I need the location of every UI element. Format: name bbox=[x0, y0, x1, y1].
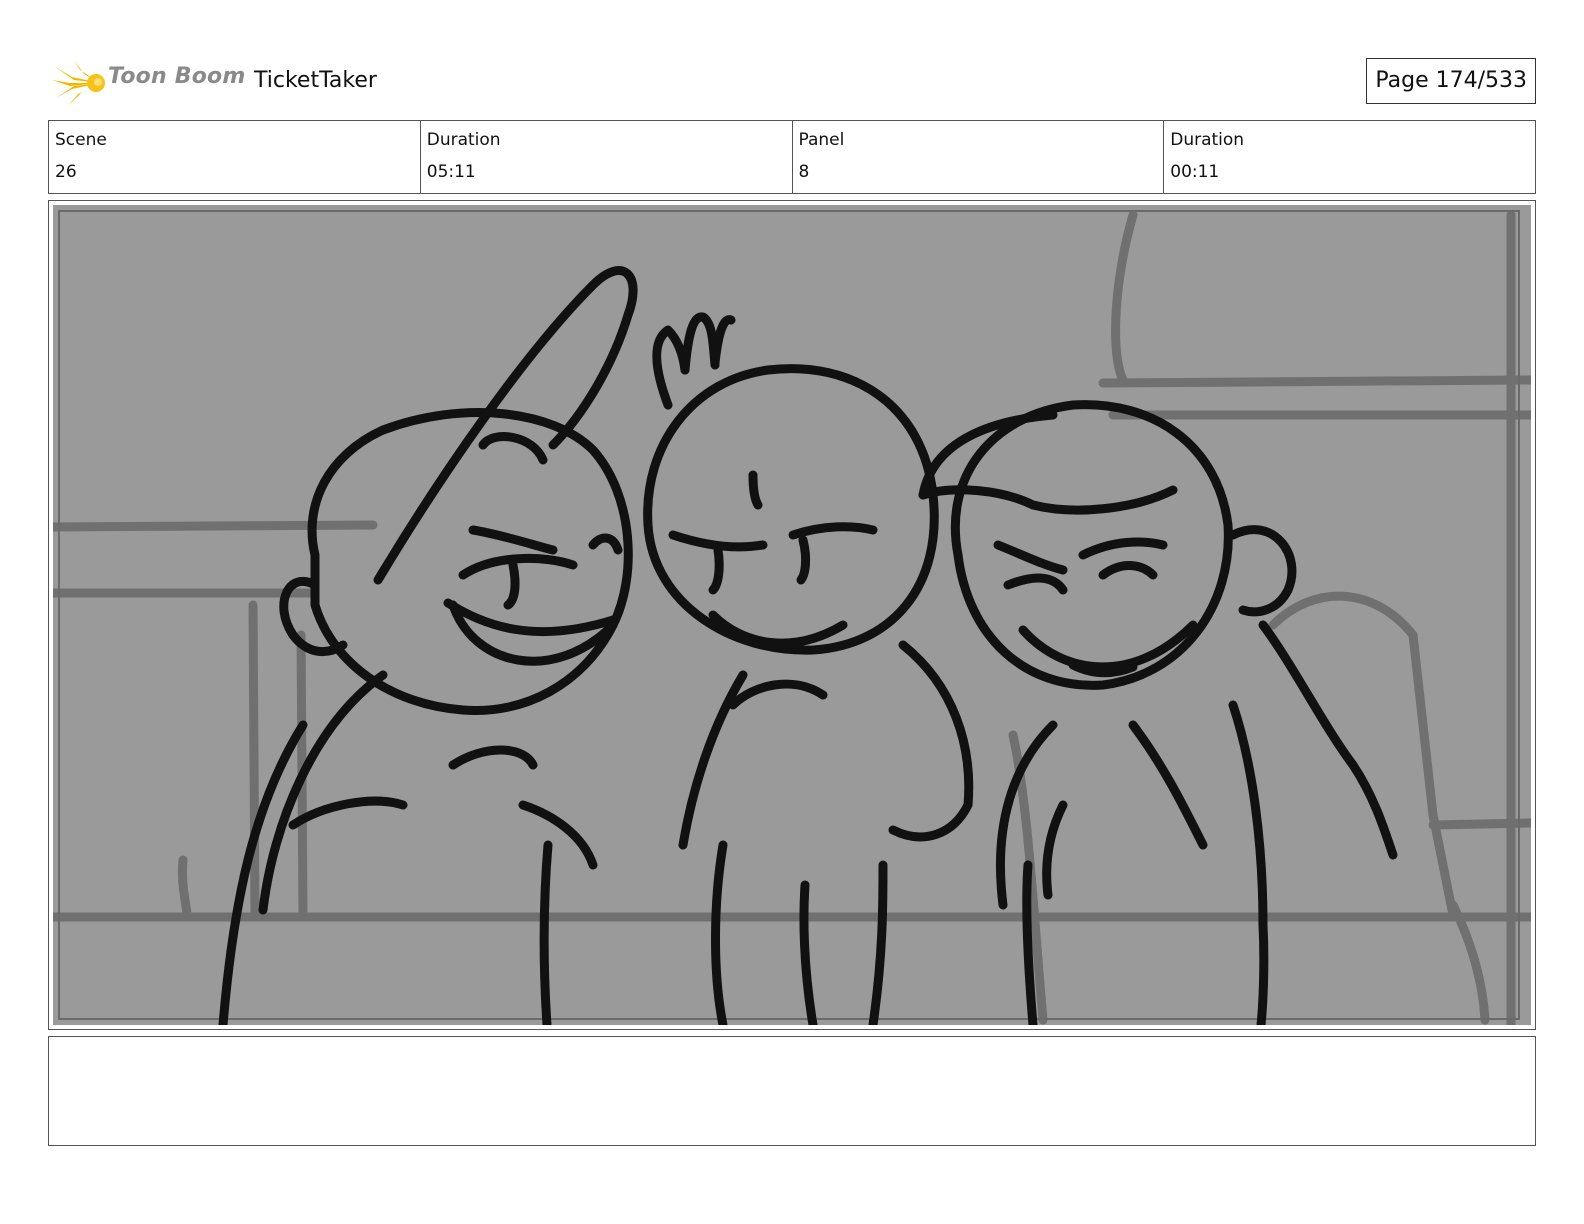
panel-frame bbox=[48, 200, 1536, 1030]
panel-cell: Panel 8 bbox=[793, 121, 1165, 193]
panel-label: Panel bbox=[798, 130, 845, 150]
scene-value: 26 bbox=[55, 162, 77, 182]
storyboard-panel-image bbox=[53, 205, 1531, 1025]
storyboard-header: Toon Boom TicketTaker Page 174/533 bbox=[48, 56, 1536, 108]
storyboard-sketch bbox=[53, 205, 1531, 1025]
brand-name: Toon Boom bbox=[108, 64, 246, 89]
panel-notes-box bbox=[48, 1036, 1536, 1146]
scene-duration-label: Duration bbox=[426, 130, 501, 150]
panel-duration-cell: Duration 00:11 bbox=[1164, 121, 1535, 193]
toon-boom-logo: Toon Boom bbox=[52, 56, 252, 108]
page-number: Page 174/533 bbox=[1366, 58, 1536, 104]
scene-duration-value: 05:11 bbox=[426, 162, 476, 182]
panel-duration-label: Duration bbox=[1170, 130, 1245, 150]
panel-duration-value: 00:11 bbox=[1170, 162, 1220, 182]
project-title: TicketTaker bbox=[254, 68, 377, 93]
scene-duration-cell: Duration 05:11 bbox=[421, 121, 793, 193]
scene-info-table: Scene 26 Duration 05:11 Panel 8 Duration… bbox=[48, 120, 1536, 194]
panel-value: 8 bbox=[798, 162, 810, 182]
starburst-icon bbox=[52, 60, 105, 106]
scene-label: Scene bbox=[55, 130, 107, 150]
scene-cell: Scene 26 bbox=[49, 121, 421, 193]
